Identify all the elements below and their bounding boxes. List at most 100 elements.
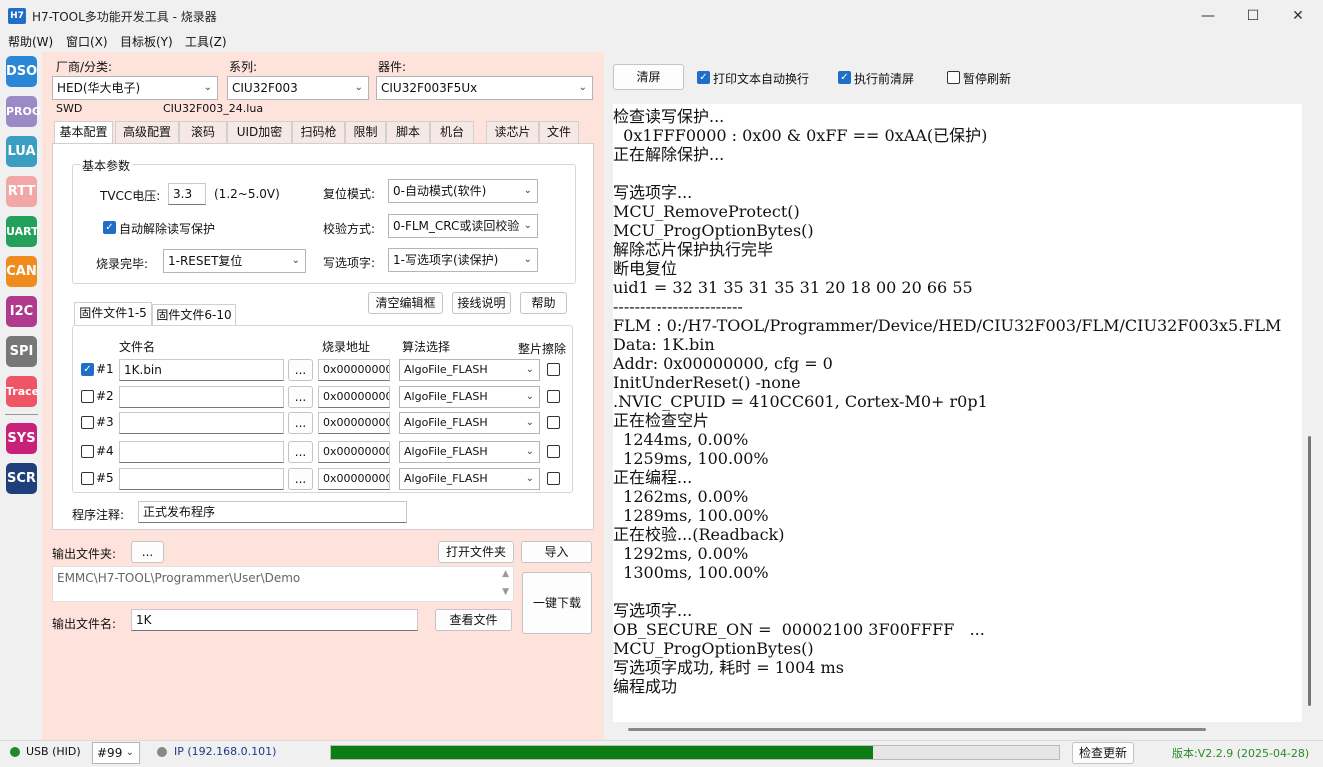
- file-enable-checkbox[interactable]: ✓: [81, 363, 94, 376]
- full-erase-checkbox[interactable]: [547, 445, 560, 458]
- device-select[interactable]: CIU32F003F5Ux ⌄: [376, 76, 593, 100]
- auto-unprotect-checkbox[interactable]: ✓: [103, 221, 116, 234]
- tool-uart-button[interactable]: UART: [6, 216, 39, 247]
- device-number-select[interactable]: #99 ⌄: [92, 742, 140, 764]
- help-button[interactable]: 帮助: [520, 292, 567, 314]
- tab-basic[interactable]: 基本配置: [54, 121, 113, 144]
- version-label: 版本:V2.2.9 (2025-04-28): [1172, 747, 1310, 760]
- full-erase-checkbox[interactable]: [547, 472, 560, 485]
- output-folder-label: 输出文件夹:: [52, 547, 117, 561]
- maximize-icon[interactable]: ☐: [1231, 4, 1275, 28]
- menu-target[interactable]: 目标板(Y): [120, 33, 173, 50]
- tool-trace-button[interactable]: Trace: [6, 376, 39, 407]
- file-algorithm-select[interactable]: AlgoFile_FLASH ⌄: [399, 386, 540, 408]
- tvcc-input[interactable]: 3.3: [168, 183, 206, 205]
- scroll-up-icon[interactable]: ▲: [502, 569, 509, 579]
- full-erase-checkbox[interactable]: [547, 390, 560, 403]
- output-name-input[interactable]: 1K: [131, 609, 418, 631]
- chevron-down-icon: ⌄: [525, 391, 534, 402]
- file-browse-button[interactable]: ...: [288, 386, 313, 408]
- tool-sys-button[interactable]: SYS: [6, 423, 37, 454]
- file-enable-checkbox[interactable]: [81, 416, 94, 429]
- tool-can-button[interactable]: CAN: [6, 256, 37, 287]
- close-icon[interactable]: ✕: [1276, 4, 1320, 28]
- vendor-select[interactable]: HED(华大电子) ⌄: [52, 76, 218, 100]
- tab-firmware-6-10[interactable]: 固件文件6-10: [152, 304, 236, 326]
- tool-scr-button[interactable]: SCR: [6, 463, 37, 494]
- log-line: MCU_ProgOptionBytes(): [613, 221, 814, 240]
- tab-script[interactable]: 脚本: [386, 121, 430, 143]
- log-vertical-scrollbar[interactable]: [1308, 436, 1311, 706]
- clear-edit-button[interactable]: 清空编辑框: [368, 292, 443, 314]
- tool-spi-button[interactable]: SPI: [6, 336, 37, 367]
- file-name-input[interactable]: 1K.bin: [119, 359, 284, 381]
- file-name-input[interactable]: [119, 412, 284, 434]
- log-output[interactable]: 检查读写保护... 0x1FFF0000 : 0x00 & 0xFF == 0x…: [613, 104, 1302, 722]
- finish-action-select[interactable]: 1-RESET复位 ⌄: [163, 249, 306, 273]
- tool-lua-button[interactable]: LUA: [6, 136, 37, 167]
- file-browse-button[interactable]: ...: [288, 468, 313, 490]
- file-name-input[interactable]: [119, 441, 284, 463]
- tool-dso-button[interactable]: DSO: [6, 56, 37, 87]
- file-browse-button[interactable]: ...: [288, 441, 313, 463]
- option-bytes-select[interactable]: 1-写选项字(读保护) ⌄: [388, 248, 538, 272]
- view-file-button[interactable]: 查看文件: [435, 609, 512, 631]
- output-folder-path-box[interactable]: EMMC\H7-TOOL\Programmer\User\Demo ▲ ▼: [52, 566, 514, 602]
- tab-machine[interactable]: 机台: [430, 121, 474, 143]
- import-button[interactable]: 导入: [521, 541, 592, 563]
- file-address-input[interactable]: 0x00000000: [318, 386, 390, 408]
- pause-refresh-checkbox[interactable]: [947, 71, 960, 84]
- one-key-download-button[interactable]: 一键下载: [522, 572, 592, 634]
- auto-wrap-checkbox[interactable]: ✓: [697, 71, 710, 84]
- comment-input[interactable]: 正式发布程序: [138, 501, 407, 523]
- verify-mode-select[interactable]: 0-FLM_CRC或读回校验 ⌄: [388, 214, 538, 238]
- file-address-input[interactable]: 0x00000000: [318, 441, 390, 463]
- wiring-guide-button[interactable]: 接线说明: [452, 292, 511, 314]
- series-select[interactable]: CIU32F003 ⌄: [227, 76, 369, 100]
- file-index-label: #1: [96, 362, 114, 376]
- tab-advanced[interactable]: 高级配置: [115, 121, 179, 143]
- clear-before-run-checkbox[interactable]: ✓: [838, 71, 851, 84]
- log-horizontal-scrollbar[interactable]: [628, 728, 1206, 731]
- open-folder-button[interactable]: 打开文件夹: [438, 541, 514, 563]
- file-algorithm-select[interactable]: AlgoFile_FLASH ⌄: [399, 359, 540, 381]
- tool-prog-button[interactable]: PROG: [6, 96, 41, 127]
- check-update-button[interactable]: 检查更新: [1072, 742, 1134, 764]
- tab-scanner[interactable]: 扫码枪: [292, 121, 345, 143]
- tool-i2c-button[interactable]: I2C: [6, 296, 37, 327]
- tab-rolling-code[interactable]: 滚码: [179, 121, 227, 143]
- full-erase-checkbox[interactable]: [547, 416, 560, 429]
- file-algorithm-select[interactable]: AlgoFile_FLASH ⌄: [399, 441, 540, 463]
- file-name-input[interactable]: [119, 386, 284, 408]
- reset-mode-value: 0-自动模式(软件): [393, 184, 487, 198]
- output-folder-browse-button[interactable]: ...: [131, 541, 164, 563]
- file-enable-checkbox[interactable]: [81, 445, 94, 458]
- file-address-input[interactable]: 0x00000000: [318, 412, 390, 434]
- menu-window[interactable]: 窗口(X): [66, 33, 108, 50]
- menu-tools[interactable]: 工具(Z): [185, 33, 227, 50]
- file-browse-button[interactable]: ...: [288, 412, 313, 434]
- scroll-down-icon[interactable]: ▼: [502, 587, 509, 597]
- file-enable-checkbox[interactable]: [81, 472, 94, 485]
- verify-mode-label: 校验方式:: [323, 222, 376, 236]
- clear-screen-button[interactable]: 清屏: [613, 64, 684, 90]
- reset-mode-select[interactable]: 0-自动模式(软件) ⌄: [388, 179, 538, 203]
- full-erase-checkbox[interactable]: [547, 363, 560, 376]
- minimize-icon[interactable]: —: [1186, 4, 1230, 28]
- file-algorithm-select[interactable]: AlgoFile_FLASH ⌄: [399, 468, 540, 490]
- file-address-input[interactable]: 0x00000000: [318, 468, 390, 490]
- title-bar: H7 H7-TOOL多功能开发工具 - 烧录器 — ☐ ✕: [0, 0, 1323, 32]
- menu-help[interactable]: 帮助(W): [8, 33, 53, 50]
- tab-read-chip[interactable]: 读芯片: [486, 121, 539, 143]
- file-name-input[interactable]: [119, 468, 284, 490]
- tab-file[interactable]: 文件: [539, 121, 579, 143]
- file-browse-button[interactable]: ...: [288, 359, 313, 381]
- tool-rtt-button[interactable]: RTT: [6, 176, 37, 207]
- tab-firmware-1-5[interactable]: 固件文件1-5: [74, 302, 152, 325]
- tab-limit[interactable]: 限制: [345, 121, 386, 143]
- file-algorithm-select[interactable]: AlgoFile_FLASH ⌄: [399, 412, 540, 434]
- file-enable-checkbox[interactable]: [81, 390, 94, 403]
- file-address-input[interactable]: 0x00000000: [318, 359, 390, 381]
- tab-uid-encrypt[interactable]: UID加密: [227, 121, 292, 143]
